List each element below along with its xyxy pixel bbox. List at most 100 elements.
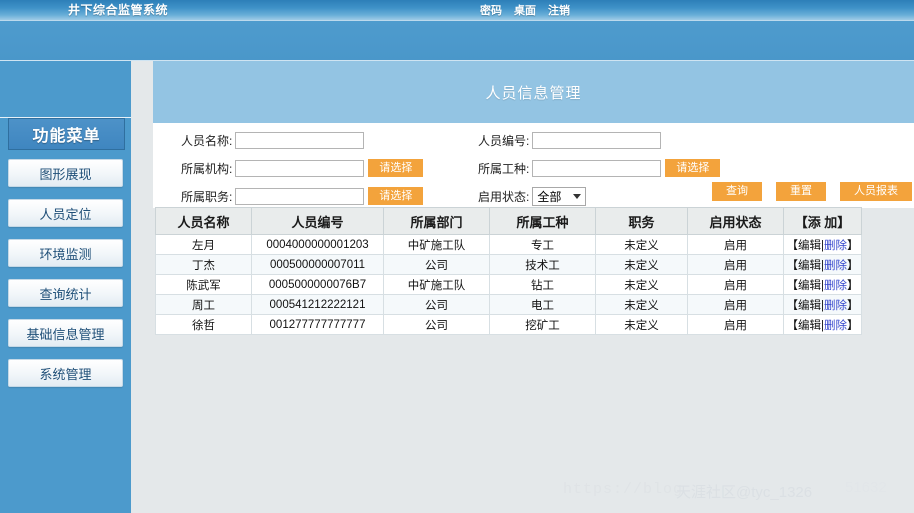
sidebar-item-label: 基础信息管理	[26, 326, 105, 342]
nav-item-password[interactable]: 密码	[480, 2, 502, 18]
sidebar-item-label: 环境监测	[39, 246, 92, 262]
work-type-label: 所属工种:	[478, 161, 530, 176]
add-record-button[interactable]: 【添 加】	[783, 207, 862, 235]
personnel-table-container: 人员名称 人员编号 所属部门 所属工种 职务 启用状态 【添 加】 左月 000…	[155, 207, 862, 335]
cell-department: 中矿施工队	[383, 234, 490, 255]
cell-position: 未定义	[595, 294, 688, 315]
sidebar-item-basic-info-management[interactable]: 基础信息管理	[8, 319, 123, 347]
edit-link[interactable]: 编辑	[798, 320, 821, 332]
reset-button[interactable]: 重置	[776, 182, 826, 201]
position-label: 所属职务:	[181, 189, 233, 204]
position-select-button[interactable]: 请选择	[368, 187, 424, 205]
cell-work-type: 挖矿工	[489, 314, 596, 335]
cell-code: 001277777777777	[251, 314, 384, 335]
sidebar-item-system-management[interactable]: 系统管理	[8, 359, 123, 387]
sidebar-item-graphics[interactable]: 图形展现	[8, 159, 123, 187]
nav-item-desktop[interactable]: 桌面	[514, 2, 536, 18]
cell-operations: 【编辑|删除】	[783, 234, 862, 255]
sidebar-item-query-statistics[interactable]: 查询统计	[8, 279, 123, 307]
cell-operations: 【编辑|删除】	[783, 294, 862, 315]
person-code-input[interactable]	[532, 131, 662, 149]
cell-operations: 【编辑|删除】	[783, 274, 862, 295]
table-row: 陈武军 0005000000076B7 中矿施工队 钻工 未定义 启用 【编辑|…	[155, 274, 862, 295]
query-button[interactable]: 查询	[712, 182, 762, 201]
table-row: 徐哲 001277777777777 公司 挖矿工 未定义 启用 【编辑|删除】	[155, 314, 862, 335]
sidebar-item-label: 图形展现	[39, 166, 92, 182]
table-row: 周工 000541212222121 公司 电工 未定义 启用 【编辑|删除】	[155, 294, 862, 315]
person-name-label: 人员名称:	[181, 133, 233, 148]
search-form: 人员名称: 人员编号: 所属机构: 请选择 所属工种: 请选择 所属职务: 请选…	[153, 123, 914, 208]
cell-status: 启用	[687, 294, 784, 315]
cell-code: 0004000000001203	[251, 234, 384, 255]
sidebar-item-environment-monitoring[interactable]: 环境监测	[8, 239, 123, 267]
delete-link[interactable]: 删除	[824, 280, 847, 292]
cell-name: 周工	[155, 294, 252, 315]
field-organization: 所属机构: 请选择	[181, 154, 424, 182]
person-code-label: 人员编号:	[478, 133, 530, 148]
column-header-code: 人员编号	[251, 207, 384, 235]
cell-name: 丁杰	[155, 254, 252, 275]
delete-link[interactable]: 删除	[824, 240, 847, 252]
system-title: 井下综合监管系统	[68, 3, 169, 17]
top-header-bar: 井下综合监管系统 密码 桌面 注销	[0, 0, 914, 20]
search-form-row-1: 人员名称: 人员编号:	[153, 126, 914, 154]
page-title: 人员信息管理	[485, 84, 582, 102]
search-action-buttons: 查询 重置 人员报表	[708, 182, 912, 201]
search-form-row-2: 所属机构: 请选择 所属工种: 请选择	[153, 154, 914, 182]
enable-status-label: 启用状态:	[478, 189, 530, 204]
table-header-row: 人员名称 人员编号 所属部门 所属工种 职务 启用状态 【添 加】	[155, 207, 862, 235]
cell-work-type: 钻工	[489, 274, 596, 295]
field-enable-status: 启用状态: 全部	[478, 182, 587, 210]
organization-input[interactable]	[235, 159, 365, 177]
column-header-status: 启用状态	[687, 207, 784, 235]
delete-link[interactable]: 删除	[824, 320, 847, 332]
table-row: 左月 0004000000001203 中矿施工队 专工 未定义 启用 【编辑|…	[155, 234, 862, 255]
work-type-input[interactable]	[532, 159, 662, 177]
cell-work-type: 技术工	[489, 254, 596, 275]
sidebar: 功能菜单 图形展现 人员定位 环境监测 查询统计 基础信息管理 系统管理	[0, 60, 131, 513]
enable-status-select[interactable]: 全部	[532, 186, 587, 206]
cell-department: 公司	[383, 254, 490, 275]
person-name-input[interactable]	[235, 131, 365, 149]
organization-select-button[interactable]: 请选择	[368, 159, 424, 177]
position-input[interactable]	[235, 187, 365, 205]
sidebar-item-label: 系统管理	[39, 366, 92, 382]
cell-status: 启用	[687, 274, 784, 295]
cell-code: 000500000007011	[251, 254, 384, 275]
header-band	[0, 20, 914, 61]
edit-link[interactable]: 编辑	[798, 280, 821, 292]
cell-position: 未定义	[595, 314, 688, 335]
cell-name: 徐哲	[155, 314, 252, 335]
cell-department: 公司	[383, 294, 490, 315]
page-title-bar: 人员信息管理	[153, 61, 914, 123]
personnel-report-button[interactable]: 人员报表	[840, 182, 912, 201]
work-type-select-button[interactable]: 请选择	[665, 159, 721, 177]
edit-link[interactable]: 编辑	[798, 300, 821, 312]
cell-name: 左月	[155, 234, 252, 255]
column-header-department: 所属部门	[383, 207, 490, 235]
cell-operations: 【编辑|删除】	[783, 254, 862, 275]
organization-label: 所属机构:	[181, 161, 233, 176]
edit-link[interactable]: 编辑	[798, 260, 821, 272]
cell-position: 未定义	[595, 254, 688, 275]
cell-position: 未定义	[595, 274, 688, 295]
search-form-row-3: 所属职务: 请选择 启用状态: 全部 查询 重置 人员报表	[153, 182, 914, 210]
sidebar-item-label: 查询统计	[39, 286, 92, 302]
sidebar-header: 功能菜单	[8, 118, 125, 150]
delete-link[interactable]: 删除	[824, 260, 847, 272]
sidebar-item-personnel-positioning[interactable]: 人员定位	[8, 199, 123, 227]
cell-operations: 【编辑|删除】	[783, 314, 862, 335]
sidebar-item-label: 人员定位	[39, 206, 92, 222]
cell-status: 启用	[687, 234, 784, 255]
cell-department: 公司	[383, 314, 490, 335]
nav-item-logout[interactable]: 注销	[548, 2, 570, 18]
field-person-code: 人员编号:	[478, 126, 662, 154]
cell-code: 0005000000076B7	[251, 274, 384, 295]
column-header-position: 职务	[595, 207, 688, 235]
top-navigation: 密码 桌面 注销	[480, 2, 570, 18]
sidebar-menu: 图形展现 人员定位 环境监测 查询统计 基础信息管理 系统管理	[0, 159, 131, 399]
enable-status-value: 全部	[537, 189, 562, 204]
edit-link[interactable]: 编辑	[798, 240, 821, 252]
delete-link[interactable]: 删除	[824, 300, 847, 312]
cell-status: 启用	[687, 314, 784, 335]
